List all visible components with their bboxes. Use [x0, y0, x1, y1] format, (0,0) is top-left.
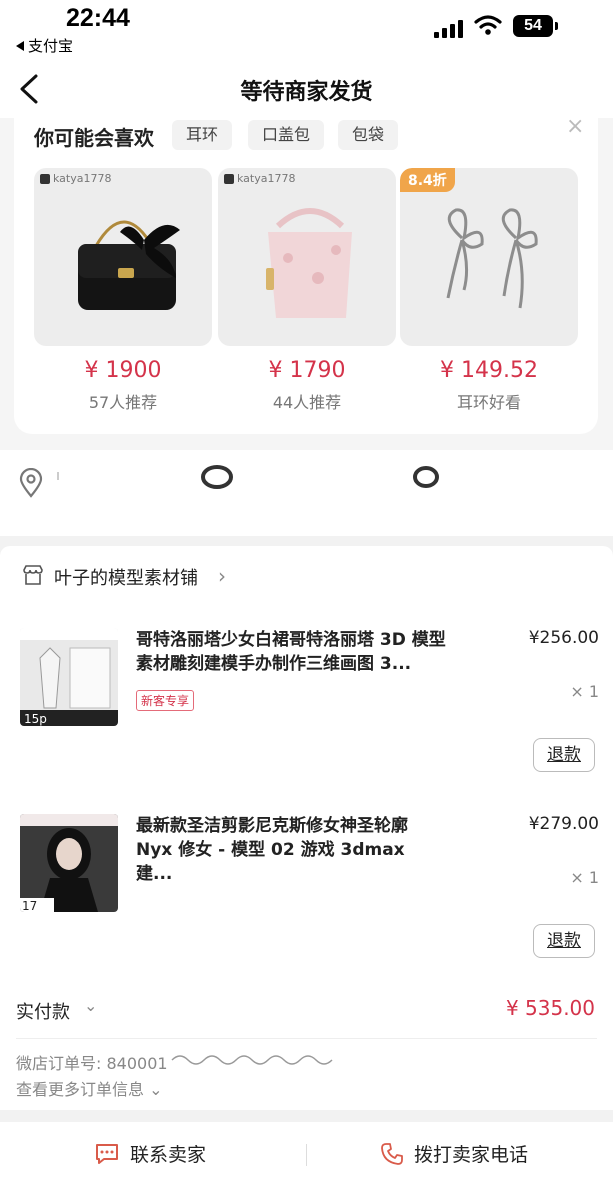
address-section[interactable]	[0, 450, 613, 536]
product-price: ¥ 149.52	[440, 358, 538, 383]
product-subtitle: 57人推荐	[88, 393, 158, 412]
status-time: 22:44	[66, 4, 130, 32]
back-app-label: 支付宝	[28, 37, 74, 55]
product-subtitle: 耳环好看	[456, 393, 521, 412]
shop-header[interactable]: 叶子的模型素材铺 ›	[0, 546, 613, 608]
item-quantity: × 1	[570, 868, 599, 887]
contact-seller-button[interactable]: 联系卖家	[94, 1140, 206, 1167]
black-bag-image	[78, 220, 180, 310]
chat-icon	[96, 1143, 118, 1164]
paid-amount: ¥ 535.00	[505, 996, 595, 1020]
shop-logo-icon	[40, 173, 50, 184]
chevron-right-icon: ›	[218, 564, 226, 588]
recommend-tag-flap-bag[interactable]: 口盖包	[248, 120, 325, 150]
phone-icon	[381, 1142, 403, 1165]
order-item[interactable]: 17 最新款圣洁剪影尼克斯修女神圣轮廓 Nyx 修女 - 模型 02 游戏 3d…	[0, 794, 613, 980]
payment-summary: 实付款 ⌄ ¥ 535.00 微店订单号: 840001 查看更多订单信息 ⌄	[0, 980, 613, 1110]
paid-label: 实付款	[16, 1002, 70, 1023]
footer-actions: 联系卖家 拨打卖家电话	[0, 1122, 613, 1186]
recommend-product[interactable]: katya1778 ¥ 1790 44人推荐	[218, 168, 396, 413]
status-bar: 22:44 支付宝 54	[0, 0, 613, 60]
order-number: 微店订单号: 840001	[16, 1054, 168, 1073]
discount-badge: 8.4折	[400, 168, 455, 192]
new-customer-badge: 新客专享	[136, 690, 195, 711]
item-price: ¥279.00	[528, 814, 599, 834]
back-triangle-icon	[16, 40, 24, 51]
product-shop: katya1778	[40, 172, 111, 185]
product-subtitle: 44人推荐	[272, 393, 342, 412]
home-indicator-area	[0, 1186, 613, 1200]
item-price: ¥256.00	[528, 628, 599, 648]
product-price: ¥ 1790	[268, 358, 346, 383]
nav-bar: 等待商家发货	[0, 60, 613, 118]
chevron-down-icon: ⌄	[149, 1080, 163, 1099]
pink-bag-image	[266, 208, 352, 318]
product-image[interactable]: katya1778	[218, 168, 396, 346]
chevron-down-icon[interactable]: ⌄	[84, 996, 97, 1015]
product-image[interactable]: katya1778	[34, 168, 212, 346]
product-price: ¥ 1900	[84, 358, 162, 383]
recommend-section: 你可能会喜欢 耳环 口盖包 包袋 × katya1778 ¥ 1900 57人推…	[0, 114, 613, 450]
item-thumbnail[interactable]: 15p	[20, 628, 118, 726]
refund-button[interactable]: 退款	[533, 924, 595, 958]
recommend-title: 你可能会喜欢	[34, 126, 154, 150]
item-title[interactable]: 哥特洛丽塔少女白裙哥特洛丽塔 3D 模型素材雕刻建模手办制作三维画图 3...	[136, 628, 446, 676]
item-thumbnail[interactable]: 17	[20, 814, 118, 912]
recommend-product[interactable]: 8.4折 ¥ 149.52 耳环好看	[400, 168, 578, 413]
redaction-scribble	[57, 465, 439, 489]
item-title[interactable]: 最新款圣洁剪影尼克斯修女神圣轮廓 Nyx 修女 - 模型 02 游戏 3dmax…	[136, 814, 446, 886]
earrings-image	[446, 208, 538, 309]
store-icon	[23, 565, 43, 585]
shop-logo-icon	[224, 173, 234, 184]
product-image[interactable]: 8.4折	[400, 168, 578, 346]
recommend-product[interactable]: katya1778 ¥ 1900 57人推荐	[34, 168, 212, 413]
shop-name[interactable]: 叶子的模型素材铺	[54, 564, 198, 590]
recommend-tag-earring[interactable]: 耳环	[172, 120, 233, 150]
svg-text:15p: 15p	[24, 712, 47, 726]
recommend-tag-bag[interactable]: 包袋	[338, 120, 399, 150]
refund-button[interactable]: 退款	[533, 738, 595, 772]
recommend-card: 你可能会喜欢 耳环 口盖包 包袋 × katya1778 ¥ 1900 57人推…	[14, 114, 598, 434]
item-quantity: × 1	[570, 682, 599, 701]
signal-icon	[434, 20, 463, 38]
divider	[16, 1038, 597, 1039]
divider	[306, 1144, 307, 1166]
product-shop: katya1778	[224, 172, 295, 185]
page-title: 等待商家发货	[240, 80, 373, 105]
call-seller-button[interactable]: 拨打卖家电话	[380, 1140, 528, 1167]
svg-text:17: 17	[22, 899, 37, 912]
back-to-app-link[interactable]: 支付宝	[16, 35, 73, 56]
redaction-scribble	[171, 1055, 333, 1065]
more-order-info-link[interactable]: 查看更多订单信息 ⌄	[16, 1076, 163, 1100]
order-item[interactable]: 15p 哥特洛丽塔少女白裙哥特洛丽塔 3D 模型素材雕刻建模手办制作三维画图 3…	[0, 608, 613, 794]
close-icon[interactable]: ×	[566, 114, 584, 139]
wifi-icon	[474, 15, 502, 35]
battery-icon: 54	[513, 15, 558, 37]
